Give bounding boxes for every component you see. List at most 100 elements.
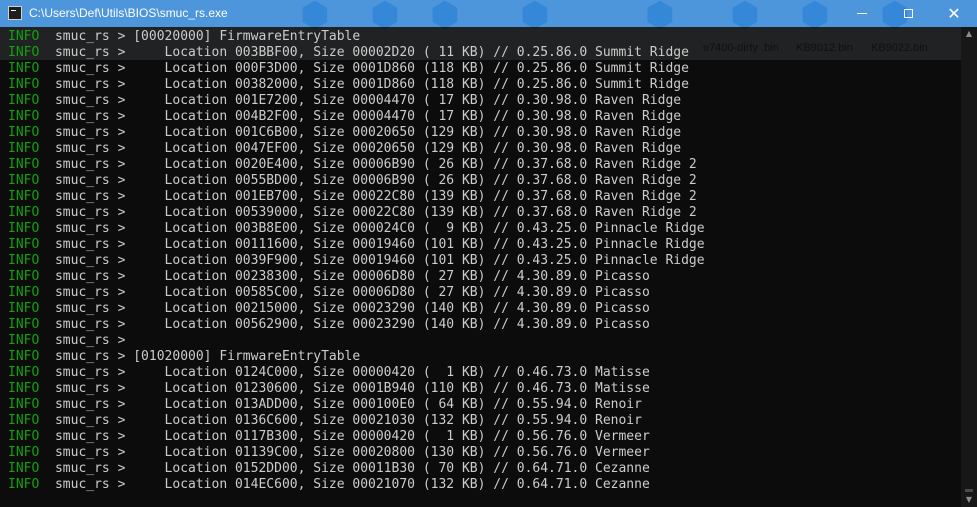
log-message: smuc_rs > Location 00562900, Size 000232… (39, 317, 650, 332)
desktop-file-label[interactable]: e7400-dirty .bin (703, 42, 779, 54)
log-message: smuc_rs > Location 0136C600, Size 000210… (39, 413, 642, 428)
log-line: INFO smuc_rs > Location 0047EF00, Size 0… (8, 141, 705, 157)
log-line: INFO smuc_rs > Location 0136C600, Size 0… (8, 413, 705, 429)
log-line: INFO smuc_rs > Location 00585C00, Size 0… (8, 285, 705, 301)
arrow-down-icon[interactable]: ▼ (961, 493, 977, 507)
console-output[interactable]: INFO smuc_rs > [00020000] FirmwareEntryT… (0, 27, 961, 507)
log-line: INFO smuc_rs > Location 0020E400, Size 0… (8, 157, 705, 173)
log-message: smuc_rs > Location 013ADD00, Size 000100… (39, 397, 642, 412)
log-line: INFO smuc_rs > Location 00238300, Size 0… (8, 269, 705, 285)
log-level: INFO (8, 221, 40, 236)
log-level: INFO (8, 461, 40, 476)
log-message: smuc_rs > Location 01139C00, Size 000208… (39, 445, 650, 460)
log-line: INFO smuc_rs > Location 00562900, Size 0… (8, 317, 705, 333)
log-message: smuc_rs > Location 001C6B00, Size 000206… (39, 125, 682, 140)
log-line: INFO smuc_rs > Location 00539000, Size 0… (8, 205, 705, 221)
log-line: INFO smuc_rs > [00020000] FirmwareEntryT… (8, 29, 705, 45)
log-level: INFO (8, 333, 40, 348)
log-line: INFO smuc_rs > Location 0117B300, Size 0… (8, 429, 705, 445)
log-message: smuc_rs > Location 00111600, Size 000194… (39, 237, 705, 252)
log-level: INFO (8, 301, 40, 316)
console-icon (8, 6, 22, 20)
log-level: INFO (8, 125, 40, 140)
log-level: INFO (8, 269, 40, 284)
log-message: smuc_rs > Location 00382000, Size 0001D8… (39, 77, 689, 92)
log-message: smuc_rs > Location 0020E400, Size 00006B… (39, 157, 697, 172)
log-line: INFO smuc_rs > Location 00382000, Size 0… (8, 77, 705, 93)
log-line: INFO smuc_rs > Location 001C6B00, Size 0… (8, 125, 705, 141)
log-message: smuc_rs > Location 004B2F00, Size 000044… (39, 109, 682, 124)
log-line: INFO smuc_rs > Location 00215000, Size 0… (8, 301, 705, 317)
log-message: smuc_rs > Location 001EB700, Size 00022C… (39, 189, 697, 204)
log-line: INFO smuc_rs > Location 0124C000, Size 0… (8, 365, 705, 381)
log-level: INFO (8, 445, 40, 460)
log-message: smuc_rs > Location 00585C00, Size 00006D… (39, 285, 650, 300)
log-message: smuc_rs > Location 014EC600, Size 000210… (39, 477, 650, 492)
log-level: INFO (8, 61, 40, 76)
log-level: INFO (8, 253, 40, 268)
log-message: smuc_rs > Location 0117B300, Size 000004… (39, 429, 650, 444)
log-line: INFO smuc_rs > [01020000] FirmwareEntryT… (8, 349, 705, 365)
log-output: INFO smuc_rs > [00020000] FirmwareEntryT… (8, 29, 705, 493)
scroll-thumb[interactable] (965, 489, 973, 492)
log-line: INFO smuc_rs > Location 014EC600, Size 0… (8, 477, 705, 493)
log-level: INFO (8, 477, 40, 492)
desktop-file-label[interactable]: KB9012.bin (796, 42, 853, 54)
log-message: smuc_rs > Location 003BBF00, Size 00002D… (39, 45, 689, 60)
log-line: INFO smuc_rs > Location 003BBF00, Size 0… (8, 45, 705, 61)
log-level: INFO (8, 381, 40, 396)
log-line: INFO smuc_rs > Location 003B8E00, Size 0… (8, 221, 705, 237)
arrow-up-icon[interactable]: ▲ (961, 27, 977, 41)
minimize-button[interactable] (839, 0, 885, 27)
log-level: INFO (8, 285, 40, 300)
log-message: smuc_rs > Location 001E7200, Size 000044… (39, 93, 682, 108)
log-message: smuc_rs > (39, 333, 126, 348)
log-level: INFO (8, 397, 40, 412)
title-bar[interactable]: C:\Users\Def\Utils\BIOS\smuc_rs.exe ✕ (0, 0, 977, 27)
log-level: INFO (8, 365, 40, 380)
log-message: smuc_rs > Location 0055BD00, Size 00006B… (39, 173, 697, 188)
log-line: INFO smuc_rs > Location 001E7200, Size 0… (8, 93, 705, 109)
log-line: INFO smuc_rs > Location 00111600, Size 0… (8, 237, 705, 253)
log-message: smuc_rs > Location 00215000, Size 000232… (39, 301, 650, 316)
log-level: INFO (8, 413, 40, 428)
window-title: C:\Users\Def\Utils\BIOS\smuc_rs.exe (29, 6, 228, 20)
log-level: INFO (8, 93, 40, 108)
log-level: INFO (8, 45, 40, 60)
log-message: smuc_rs > [00020000] FirmwareEntryTable (39, 29, 361, 44)
log-level: INFO (8, 317, 40, 332)
log-level: INFO (8, 77, 40, 92)
close-button[interactable]: ✕ (931, 0, 977, 27)
log-message: smuc_rs > [01020000] FirmwareEntryTable (39, 349, 361, 364)
log-message: smuc_rs > Location 0152DD00, Size 00011B… (39, 461, 650, 476)
log-line: INFO smuc_rs > Location 0055BD00, Size 0… (8, 173, 705, 189)
log-level: INFO (8, 29, 40, 44)
log-level: INFO (8, 349, 40, 364)
log-message: smuc_rs > Location 0124C000, Size 000004… (39, 365, 650, 380)
log-message: smuc_rs > Location 00238300, Size 00006D… (39, 269, 650, 284)
maximize-button[interactable] (885, 0, 931, 27)
log-level: INFO (8, 205, 40, 220)
log-line: INFO smuc_rs > Location 0039F900, Size 0… (8, 253, 705, 269)
log-level: INFO (8, 189, 40, 204)
log-level: INFO (8, 237, 40, 252)
vertical-scrollbar[interactable]: ▲ ▼ (961, 27, 977, 507)
log-level: INFO (8, 141, 40, 156)
log-line: INFO smuc_rs > Location 0152DD00, Size 0… (8, 461, 705, 477)
log-line: INFO smuc_rs > (8, 333, 705, 349)
log-line: INFO smuc_rs > Location 01230600, Size 0… (8, 381, 705, 397)
log-line: INFO smuc_rs > Location 004B2F00, Size 0… (8, 109, 705, 125)
log-line: INFO smuc_rs > Location 001EB700, Size 0… (8, 189, 705, 205)
log-level: INFO (8, 173, 40, 188)
maximize-icon (903, 9, 913, 18)
log-message: smuc_rs > Location 0047EF00, Size 000206… (39, 141, 682, 156)
desktop-file-label[interactable]: KB9022.bin (871, 42, 928, 54)
log-message: smuc_rs > Location 01230600, Size 0001B9… (39, 381, 650, 396)
log-line: INFO smuc_rs > Location 000F3D00, Size 0… (8, 61, 705, 77)
log-line: INFO smuc_rs > Location 013ADD00, Size 0… (8, 397, 705, 413)
log-level: INFO (8, 157, 40, 172)
log-level: INFO (8, 429, 40, 444)
log-message: smuc_rs > Location 0039F900, Size 000194… (39, 253, 705, 268)
close-icon: ✕ (947, 3, 961, 23)
log-message: smuc_rs > Location 000F3D00, Size 0001D8… (39, 61, 689, 76)
